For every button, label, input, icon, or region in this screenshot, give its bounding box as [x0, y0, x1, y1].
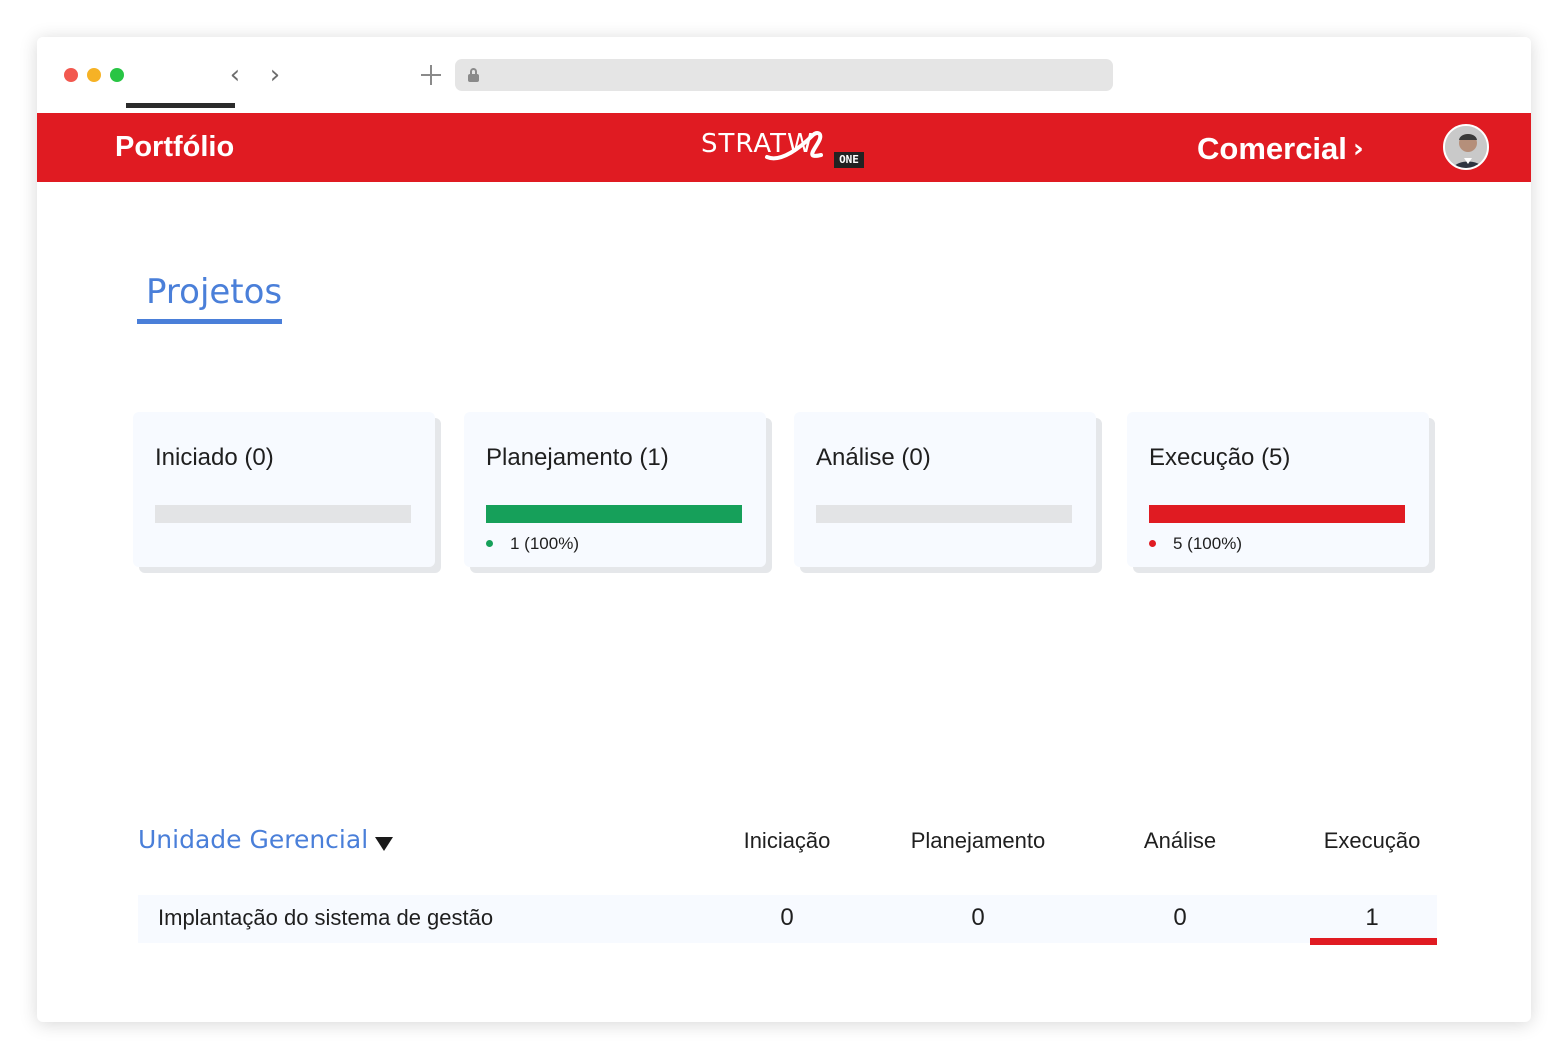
column-header-iniciacao[interactable]: Iniciação: [707, 828, 867, 854]
close-window-button[interactable]: [64, 68, 78, 82]
progress-bar-fill: [1149, 505, 1405, 523]
progress-bar: [1149, 505, 1405, 523]
new-tab-plus-icon[interactable]: [417, 61, 445, 89]
cell-execucao: 1: [1365, 904, 1379, 931]
tab-active-indicator: [137, 319, 282, 324]
table-row[interactable]: Implantação do sistema de gestão 0 0 0 1: [138, 895, 1437, 945]
card-title: Análise (0): [816, 444, 931, 471]
status-card-execucao[interactable]: Execução (5) 5 (100%): [1127, 412, 1429, 567]
progress-bar: [155, 505, 411, 523]
logo-badge: ONE: [834, 152, 864, 168]
tab-projetos[interactable]: Projetos: [146, 272, 282, 312]
stratws-logo: STRATW ONE: [701, 125, 871, 175]
maximize-window-button[interactable]: [110, 68, 124, 82]
card-title: Planejamento (1): [486, 444, 669, 471]
chevron-right-icon[interactable]: ›: [1353, 136, 1373, 162]
lock-icon: [468, 68, 479, 82]
minimize-window-button[interactable]: [87, 68, 101, 82]
cell-iniciacao: 0: [780, 904, 794, 931]
column-header-analise[interactable]: Análise: [1100, 828, 1260, 854]
status-card-iniciado[interactable]: Iniciado (0): [133, 412, 435, 567]
forward-arrow-icon[interactable]: ›: [261, 61, 289, 89]
status-card-planejamento[interactable]: Planejamento (1) 1 (100%): [464, 412, 766, 567]
comercial-nav-link[interactable]: Comercial: [1197, 131, 1347, 167]
status-card-analise[interactable]: Análise (0): [794, 412, 1096, 567]
address-bar[interactable]: [455, 59, 1113, 91]
browser-window: ‹ › Portfólio STRATW ONE Comercial › Pro…: [37, 37, 1531, 1022]
row-unit-name: Implantação do sistema de gestão: [158, 905, 494, 930]
progress-bar: [816, 505, 1072, 523]
legend-dot-icon: [486, 540, 493, 547]
progress-bar-fill: [486, 505, 742, 523]
cell-analise: 0: [1173, 904, 1187, 931]
column-header-execucao[interactable]: Execução: [1292, 828, 1452, 854]
browser-chrome: ‹ ›: [37, 37, 1531, 113]
cell-planejamento: 0: [971, 904, 985, 931]
legend-dot-icon: [1149, 540, 1156, 547]
user-avatar[interactable]: [1443, 124, 1489, 170]
unidade-gerencial-dropdown[interactable]: Unidade Gerencial: [138, 825, 368, 854]
user-photo-icon: [1445, 126, 1487, 168]
table-header: Unidade Gerencial Iniciação Planejamento…: [37, 823, 1531, 859]
dropdown-triangle-icon[interactable]: [375, 837, 393, 851]
card-title: Iniciado (0): [155, 444, 274, 471]
column-header-planejamento[interactable]: Planejamento: [898, 828, 1058, 854]
back-arrow-icon[interactable]: ‹: [221, 61, 249, 89]
logo-swoosh-icon: [765, 131, 823, 161]
progress-bar: [486, 505, 742, 523]
card-title: Execução (5): [1149, 444, 1291, 471]
execucao-indicator-bar: [1310, 938, 1437, 945]
portfolio-active-indicator: [126, 103, 235, 108]
legend-text: 1 (100%): [510, 534, 579, 553]
portfolio-nav-link[interactable]: Portfólio: [115, 131, 234, 164]
legend-text: 5 (100%): [1173, 534, 1242, 553]
app-header: Portfólio STRATW ONE Comercial ›: [37, 113, 1531, 182]
